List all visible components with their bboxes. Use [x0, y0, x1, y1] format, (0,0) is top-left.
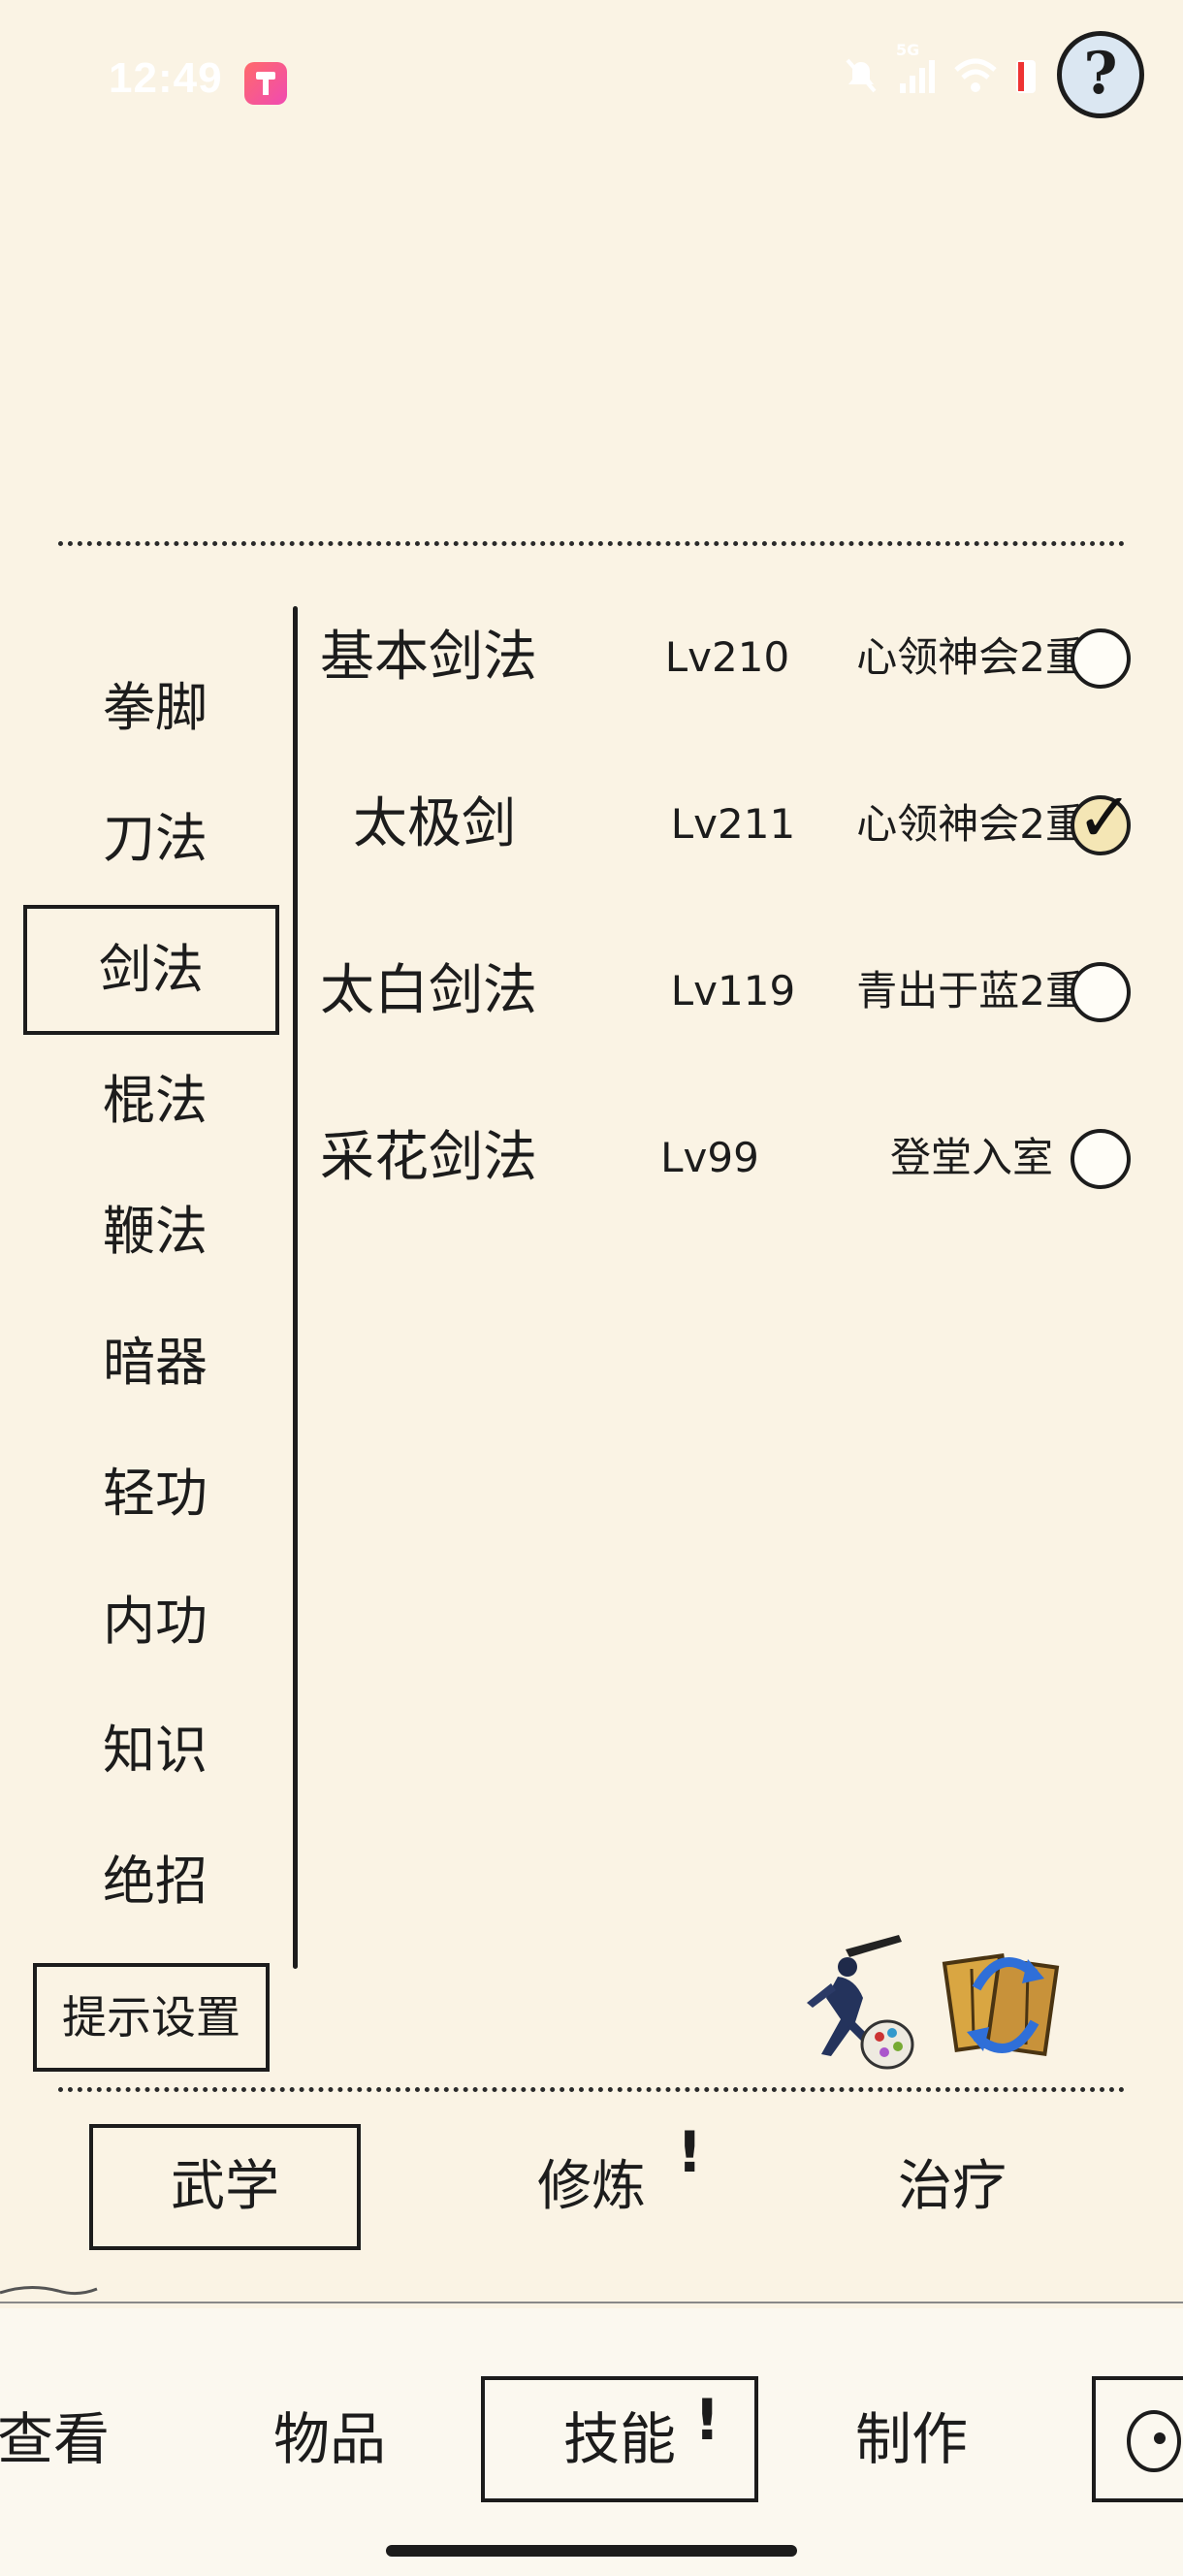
- nav-tab-jineng[interactable]: 技能 !: [481, 2376, 758, 2502]
- skill-realm: 心领神会2重: [856, 633, 1086, 681]
- skill-level: Lv211: [670, 800, 796, 848]
- skill-realm: 心领神会2重: [856, 800, 1086, 848]
- app-notification-icon: [244, 62, 287, 105]
- nav-tab-wupin[interactable]: 物品: [242, 2376, 417, 2502]
- category-neigong[interactable]: 内功: [39, 1563, 272, 1680]
- list-divider: [293, 606, 298, 1969]
- skill-level: Lv210: [664, 633, 790, 681]
- skill-row[interactable]: 基本剑法 Lv210 心领神会2重: [320, 599, 1144, 716]
- skill-name: 采花剑法: [320, 1126, 537, 1189]
- wave-divider: [0, 2286, 1183, 2303]
- subtab-wuxue[interactable]: 武学: [89, 2124, 361, 2250]
- skill-level: Lv99: [660, 1134, 759, 1181]
- skill-level: Lv119: [670, 967, 796, 1014]
- subtab-xiulian[interactable]: 修炼 !: [456, 2119, 727, 2250]
- manual-swap-icon[interactable]: [933, 1930, 1060, 2076]
- category-bianfa[interactable]: 鞭法: [39, 1174, 272, 1290]
- top-divider: [58, 541, 1125, 546]
- category-jianfa[interactable]: 剑法: [23, 905, 279, 1035]
- skill-name: 基本剑法: [320, 626, 537, 689]
- category-quanjiao[interactable]: 拳脚: [39, 650, 272, 766]
- skill-checkbox[interactable]: [1071, 1129, 1131, 1189]
- skill-checkbox[interactable]: [1071, 962, 1131, 1022]
- subtab-label: 修炼: [537, 2155, 646, 2218]
- nav-tab-more[interactable]: [1092, 2376, 1183, 2502]
- skill-checkbox-checked[interactable]: [1071, 778, 1134, 857]
- category-anqi[interactable]: 暗器: [39, 1304, 272, 1421]
- hint-settings-button[interactable]: 提示设置: [33, 1963, 270, 2072]
- alert-icon: !: [694, 2387, 720, 2453]
- battery-icon: [1014, 56, 1038, 104]
- category-juezhao[interactable]: 绝招: [39, 1823, 272, 1940]
- status-icons: 5G: [842, 41, 1038, 104]
- swordsman-icon[interactable]: [787, 1930, 914, 2076]
- wifi-icon: [954, 56, 997, 104]
- category-daofa[interactable]: 刀法: [39, 781, 272, 897]
- status-time: 12:49: [109, 54, 223, 102]
- skill-checkbox[interactable]: [1071, 628, 1131, 689]
- skill-row[interactable]: 采花剑法 Lv99 登堂入室: [320, 1100, 1144, 1216]
- help-button[interactable]: ?: [1057, 31, 1144, 118]
- subtab-zhiliao[interactable]: 治疗: [816, 2124, 1088, 2250]
- nav-tab-chakan[interactable]: 查看: [0, 2376, 136, 2502]
- nav-tab-label: 技能: [562, 2406, 676, 2472]
- signal-5g-icon: 5G: [896, 41, 937, 104]
- category-gunfa[interactable]: 棍法: [39, 1043, 272, 1159]
- category-zhishi[interactable]: 知识: [39, 1692, 272, 1809]
- skill-row[interactable]: 太极剑 Lv211 心领神会2重: [320, 766, 1144, 883]
- nav-tab-zhizuo[interactable]: 制作: [824, 2376, 999, 2502]
- bottom-divider: [58, 2087, 1125, 2092]
- category-qinggong[interactable]: 轻功: [39, 1435, 272, 1552]
- network-label: 5G: [896, 41, 920, 59]
- alert-icon: !: [677, 2119, 703, 2185]
- skill-row[interactable]: 太白剑法 Lv119 青出于蓝2重: [320, 933, 1144, 1049]
- skill-name: 太白剑法: [320, 959, 537, 1022]
- skill-realm: 青出于蓝2重: [856, 967, 1086, 1014]
- scroll-icon: [1127, 2410, 1181, 2472]
- home-indicator[interactable]: [386, 2545, 797, 2557]
- mute-icon: [842, 56, 880, 104]
- skill-name: 太极剑: [353, 792, 516, 855]
- skill-realm: 登堂入室: [889, 1134, 1053, 1181]
